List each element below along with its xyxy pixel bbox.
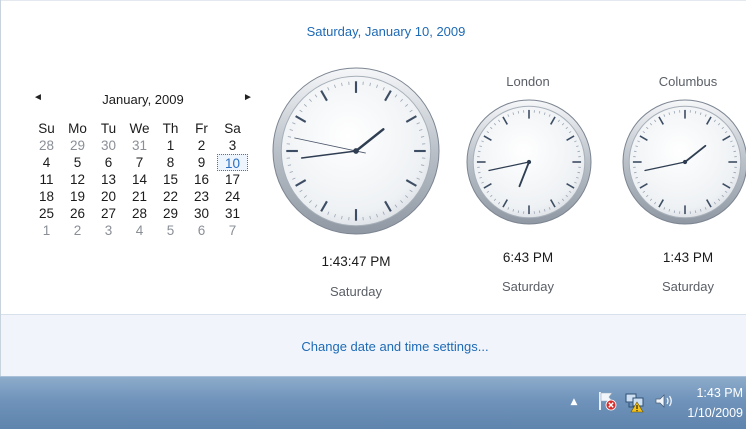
calendar-day[interactable]: 13	[93, 171, 124, 188]
calendar-day[interactable]: 23	[186, 188, 217, 205]
clock-minute-tick	[673, 210, 676, 214]
calendar-day[interactable]: 8	[155, 154, 186, 171]
clock-minute-tick	[633, 171, 637, 174]
taskbar-clock[interactable]: 1:43 PM 1/10/2009	[665, 383, 743, 423]
calendar-day[interactable]: 3	[93, 222, 124, 239]
clock-minute-tick	[733, 171, 737, 174]
calendar-day[interactable]: 30	[93, 137, 124, 154]
calendar-day[interactable]: 28	[31, 137, 62, 154]
weekday-header: Fr	[195, 121, 208, 136]
columbus-clock-city: Columbus	[658, 74, 718, 89]
weekday-header: Sa	[224, 121, 241, 136]
weekday-header: Tu	[100, 121, 117, 136]
calendar-day[interactable]: 4	[124, 222, 155, 239]
calendar-day[interactable]: 1	[31, 222, 62, 239]
clock-minute-tick	[517, 210, 520, 214]
flyout-top-border	[1, 0, 746, 1]
calendar-day[interactable]: 5	[155, 222, 186, 239]
calendar-day[interactable]: 28	[124, 205, 155, 222]
calendar-day[interactable]: 20	[93, 188, 124, 205]
london-clock	[465, 98, 593, 226]
taskbar-clock-date: 1/10/2009	[687, 406, 743, 420]
calendar-day[interactable]: 19	[62, 188, 93, 205]
weekday-header: Th	[162, 121, 179, 136]
clock-minute-tick	[733, 150, 737, 153]
local-clock-time: 1:43:47 PM	[321, 254, 391, 269]
flyout-footer: Change date and time settings...	[1, 314, 746, 376]
calendar-day[interactable]: 26	[62, 205, 93, 222]
calendar-day[interactable]: 22	[155, 188, 186, 205]
calendar-day[interactable]: 31	[124, 137, 155, 154]
london-clock-face	[466, 99, 592, 225]
calendar-day[interactable]: 27	[93, 205, 124, 222]
local-clock	[271, 66, 441, 236]
clock-hub	[682, 159, 688, 165]
action-center-flag-icon[interactable]	[596, 389, 618, 413]
calendar-day[interactable]: 2	[186, 137, 217, 154]
calendar-day[interactable]: 7	[217, 222, 248, 239]
calendar-grid: Su Mo Tu We Th Fr Sa 28 29 30 31 1 2 3 4 5 6 7 8 9 10 11 12 13 1…	[31, 120, 255, 239]
calendar-day[interactable]: 16	[186, 171, 217, 188]
calendar-nav: ◄ January, 2009 ►	[31, 90, 255, 110]
calendar-day[interactable]: 29	[62, 137, 93, 154]
clock-minute-tick	[538, 210, 541, 214]
clock-minute-tick	[673, 110, 676, 114]
date-time-flyout: Saturday, January 10, 2009 ◄ January, 20…	[0, 0, 746, 376]
clock-minute-tick	[694, 210, 697, 214]
calendar-day[interactable]: 12	[62, 171, 93, 188]
calendar-day[interactable]: 30	[186, 205, 217, 222]
calendar-day[interactable]: 11	[31, 171, 62, 188]
calendar-day[interactable]: 9	[186, 154, 217, 171]
calendar-day[interactable]: 14	[124, 171, 155, 188]
calendar-day[interactable]: 1	[155, 137, 186, 154]
columbus-clock	[621, 98, 746, 226]
clock-minute-tick	[577, 171, 581, 174]
london-clock-time: 6:43 PM	[502, 250, 554, 265]
calendar-day[interactable]: 3	[217, 137, 248, 154]
columbus-clock-face	[622, 99, 746, 225]
clock-minute-tick	[577, 150, 581, 153]
taskbar: ▲ 1:43 PM 1/10/2009	[0, 376, 746, 429]
current-date-link[interactable]: Saturday, January 10, 2009	[1, 24, 746, 39]
next-month-icon[interactable]: ►	[243, 92, 253, 103]
clock-hub	[526, 159, 532, 165]
calendar-day[interactable]: 25	[31, 205, 62, 222]
calendar-day[interactable]: 24	[217, 188, 248, 205]
calendar-day[interactable]: 5	[62, 154, 93, 171]
show-hidden-icons-button[interactable]: ▲	[567, 395, 581, 409]
calendar-day[interactable]: 6	[93, 154, 124, 171]
calendar-day[interactable]: 29	[155, 205, 186, 222]
calendar-day[interactable]: 18	[31, 188, 62, 205]
calendar-day[interactable]: 31	[217, 205, 248, 222]
calendar-day-today[interactable]: 10	[217, 154, 248, 171]
london-clock-day: Saturday	[501, 279, 555, 294]
clock-hub	[353, 148, 359, 154]
calendar-day[interactable]: 21	[124, 188, 155, 205]
calendar-day[interactable]: 15	[155, 171, 186, 188]
clock-minute-tick	[477, 171, 481, 174]
columbus-clock-day: Saturday	[661, 279, 715, 294]
local-clock-face	[272, 67, 440, 235]
calendar-day[interactable]: 2	[62, 222, 93, 239]
weekday-header: Mo	[68, 121, 87, 136]
weekday-header: Su	[38, 121, 55, 136]
london-clock-city: London	[506, 74, 550, 89]
change-date-time-settings-link[interactable]: Change date and time settings...	[1, 339, 746, 354]
network-warning-icon[interactable]	[625, 389, 647, 413]
taskbar-clock-time: 1:43 PM	[696, 386, 743, 400]
calendar: ◄ January, 2009 ► Su Mo Tu We Th Fr Sa 28 29 30 31…	[31, 90, 255, 239]
weekday-header: We	[129, 121, 150, 136]
calendar-day[interactable]: 17	[217, 171, 248, 188]
clock-minute-tick	[633, 150, 637, 153]
clock-minute-tick	[477, 150, 481, 153]
local-clock-day: Saturday	[329, 284, 383, 299]
clock-minute-tick	[538, 110, 541, 114]
calendar-day[interactable]: 6	[186, 222, 217, 239]
calendar-day[interactable]: 7	[124, 154, 155, 171]
calendar-month-label[interactable]: January, 2009	[31, 92, 255, 107]
clock-minute-tick	[517, 110, 520, 114]
clock-minute-tick	[694, 110, 697, 114]
calendar-day[interactable]: 4	[31, 154, 62, 171]
columbus-clock-time: 1:43 PM	[662, 250, 714, 265]
